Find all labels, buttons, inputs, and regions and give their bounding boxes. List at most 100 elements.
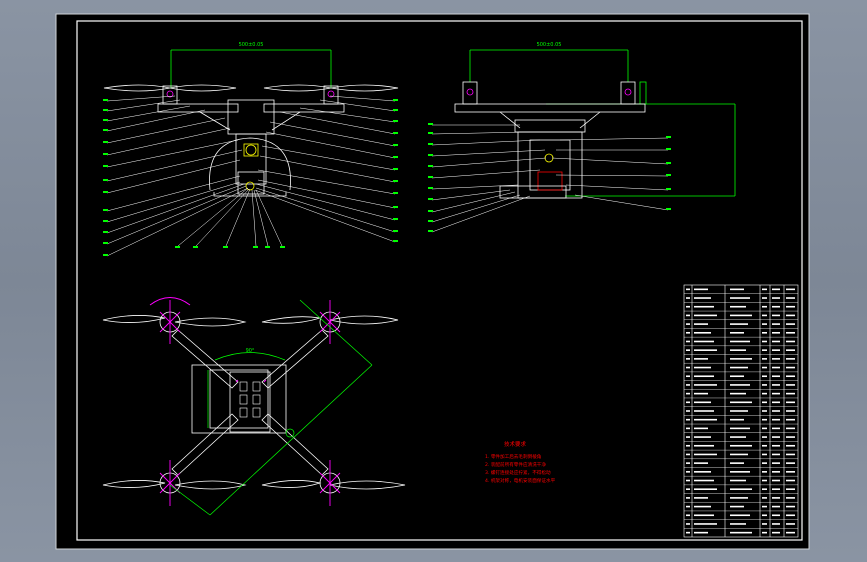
table-cell-text <box>694 323 708 325</box>
table-cell-text <box>694 392 708 395</box>
front-view-dimension: 500±0.05 <box>239 42 264 48</box>
table-cell-text <box>694 375 714 378</box>
table-cell-text <box>772 531 780 534</box>
table-cell-text <box>686 523 690 525</box>
table-cell-text <box>694 427 708 430</box>
table-cell-text <box>686 505 690 508</box>
table-cell-text <box>772 358 780 360</box>
table-cell-text <box>730 314 752 317</box>
notes-line: 4. 机架对称，电机安装面保证水平 <box>485 477 556 484</box>
table-cell-text <box>762 488 767 491</box>
table-cell-text <box>686 462 690 464</box>
table-cell-text <box>730 427 750 430</box>
table-cell-text <box>730 514 750 517</box>
table-cell-text <box>762 514 767 517</box>
table-cell-text <box>686 288 690 291</box>
table-cell-text <box>686 471 690 473</box>
table-cell-text <box>686 358 690 360</box>
notes-line: 3. 螺钉连接处应拧紧，不得松动 <box>485 469 551 476</box>
table-cell-text <box>730 375 744 378</box>
table-cell-text <box>762 471 767 473</box>
table-cell-text <box>730 323 748 325</box>
table-cell-text <box>694 514 714 517</box>
table-cell-text <box>786 531 795 534</box>
table-cell-text <box>686 297 690 299</box>
table-cell-text <box>686 366 690 369</box>
table-cell-text <box>686 392 690 395</box>
table-cell-text <box>762 288 767 291</box>
table-cell-text <box>730 505 744 508</box>
table-cell-text <box>786 375 795 378</box>
table-cell-text <box>786 392 795 395</box>
table-cell-text <box>694 505 711 508</box>
table-cell-text <box>772 366 780 369</box>
table-cell-text <box>694 497 708 499</box>
table-cell-text <box>694 297 711 299</box>
table-cell-text <box>694 401 711 404</box>
table-cell-text <box>786 297 795 299</box>
table-cell-text <box>762 410 767 412</box>
table-cell-text <box>786 418 795 421</box>
table-cell-text <box>786 462 795 464</box>
table-cell-text <box>730 358 752 360</box>
table-cell-text <box>730 488 752 491</box>
table-cell-text <box>762 323 767 325</box>
table-cell-text <box>694 340 714 343</box>
top-view-angle-label: 90° <box>246 348 255 354</box>
table-cell-text <box>686 531 690 534</box>
table-cell-text <box>786 401 795 404</box>
table-cell-text <box>772 314 780 317</box>
table-cell-text <box>730 384 750 386</box>
table-cell-text <box>694 305 714 308</box>
table-cell-text <box>762 314 767 317</box>
table-cell-text <box>772 505 780 508</box>
table-cell-text <box>786 314 795 317</box>
table-cell-text <box>686 340 690 343</box>
table-cell-text <box>686 349 690 351</box>
table-cell-text <box>694 488 717 491</box>
table-cell-text <box>730 444 752 447</box>
table-cell-text <box>772 471 780 473</box>
table-cell-text <box>730 392 746 395</box>
table-cell-text <box>786 331 795 334</box>
table-cell-text <box>730 410 748 412</box>
table-cell-text <box>772 523 780 525</box>
table-cell-text <box>786 453 795 456</box>
table-cell-text <box>762 523 767 525</box>
table-cell-text <box>694 453 717 456</box>
table-cell-text <box>730 418 744 421</box>
table-cell-text <box>762 453 767 456</box>
table-cell-text <box>694 384 717 386</box>
table-cell-text <box>786 340 795 343</box>
table-cell-text <box>686 375 690 378</box>
table-cell-text <box>762 297 767 299</box>
table-cell-text <box>686 410 690 412</box>
table-cell-text <box>762 340 767 343</box>
table-cell-text <box>730 305 746 308</box>
cad-drawing-canvas: 500±0.05 500±0.05 90° 技术要求 1. 零件加工后去毛刺倒棱… <box>55 13 810 550</box>
table-cell-text <box>686 488 690 491</box>
table-cell-text <box>762 497 767 499</box>
table-cell-text <box>762 358 767 360</box>
table-cell-text <box>686 305 690 308</box>
table-cell-text <box>786 523 795 525</box>
table-cell-text <box>762 505 767 508</box>
table-cell-text <box>772 418 780 421</box>
table-cell-text <box>762 462 767 464</box>
table-cell-text <box>772 305 780 308</box>
table-cell-text <box>772 297 780 299</box>
table-cell-text <box>686 436 690 438</box>
table-cell-text <box>762 436 767 438</box>
table-cell-text <box>686 418 690 421</box>
table-cell-text <box>694 418 717 421</box>
table-cell-text <box>786 514 795 517</box>
table-cell-text <box>786 410 795 412</box>
table-cell-text <box>694 444 714 447</box>
table-cell-text <box>730 462 744 464</box>
table-cell-text <box>772 462 780 464</box>
table-cell-text <box>772 340 780 343</box>
table-cell-text <box>686 514 690 517</box>
table-cell-text <box>772 384 780 386</box>
table-cell-text <box>762 444 767 447</box>
table-cell-text <box>686 497 690 499</box>
